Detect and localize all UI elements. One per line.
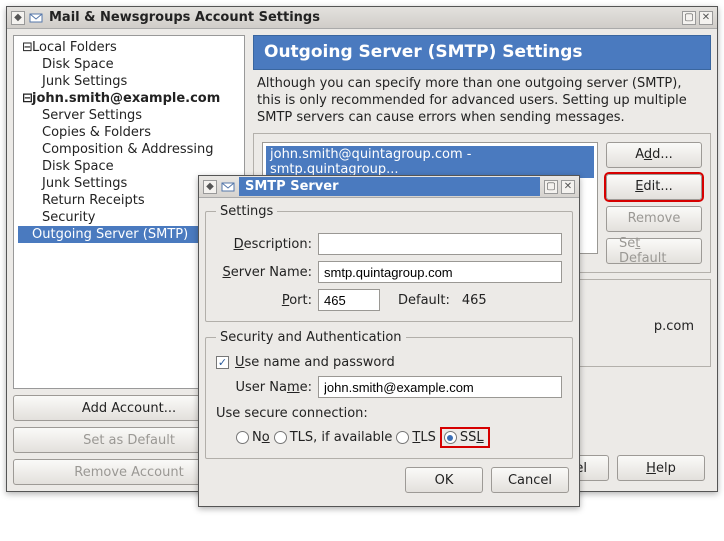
- radio-label: TLS, if available: [290, 430, 393, 445]
- close-icon[interactable]: ✕: [561, 180, 575, 194]
- mail-icon: [29, 11, 43, 25]
- tree-item-local-disk-space[interactable]: Disk Space: [18, 56, 240, 73]
- use-auth-checkbox[interactable]: [216, 356, 229, 369]
- default-port-label: Default:: [398, 293, 450, 308]
- button-label: Cancel: [508, 473, 552, 488]
- mail-icon: [221, 180, 235, 194]
- button-label: Remove: [628, 211, 681, 226]
- tree-label: Local Folders: [32, 40, 117, 55]
- edit-smtp-button[interactable]: Edit...: [606, 174, 702, 200]
- tree-item-disk-space[interactable]: Disk Space: [18, 158, 240, 175]
- titlebar-dialog: ◆ SMTP Server ▢ ✕: [199, 176, 579, 198]
- maximize-icon[interactable]: ▢: [544, 180, 558, 194]
- add-smtp-button[interactable]: Add...: [606, 142, 702, 168]
- page-title: Outgoing Server (SMTP) Settings: [253, 35, 711, 70]
- radio-ssl[interactable]: SSL: [444, 430, 484, 445]
- button-label: OK: [435, 473, 454, 488]
- radio-tls-available[interactable]: TLS, if available: [274, 430, 393, 445]
- use-auth-label: Use name and password: [235, 355, 395, 370]
- remove-smtp-button[interactable]: Remove: [606, 206, 702, 232]
- page-description: Although you can specify more than one o…: [253, 76, 711, 127]
- dialog-cancel-button[interactable]: Cancel: [491, 467, 569, 493]
- maximize-icon[interactable]: ▢: [682, 11, 696, 25]
- default-port-value: 465: [462, 293, 487, 308]
- server-name-label: Server Name:: [216, 265, 312, 280]
- port-input[interactable]: [318, 289, 380, 311]
- smtp-list-item[interactable]: john.smith@quintagroup.com - smtp.quinta…: [266, 146, 594, 178]
- radio-no[interactable]: No: [236, 430, 270, 445]
- button-label: Add Account...: [82, 401, 176, 416]
- tree-item-copies-folders[interactable]: Copies & Folders: [18, 124, 240, 141]
- security-fieldset: Security and Authentication Use name and…: [205, 330, 573, 459]
- username-label: User Name:: [216, 380, 312, 395]
- secure-connection-radios: No TLS, if available TLS SSL: [216, 427, 562, 448]
- ok-button[interactable]: OK: [405, 467, 483, 493]
- titlebar-main: ◆ Mail & Newsgroups Account Settings ▢ ✕: [7, 7, 717, 29]
- button-label: Set as Default: [83, 433, 175, 448]
- port-label: Port:: [216, 293, 312, 308]
- button-label: Remove Account: [74, 465, 183, 480]
- settings-legend: Settings: [216, 204, 277, 219]
- system-menu-icon[interactable]: ◆: [11, 11, 25, 25]
- help-button[interactable]: Help: [617, 455, 705, 481]
- smtp-server-dialog: ◆ SMTP Server ▢ ✕ Settings Description: …: [198, 175, 580, 507]
- server-name-input[interactable]: [318, 261, 562, 283]
- tree-item-server-settings[interactable]: Server Settings: [18, 107, 240, 124]
- description-label: Description:: [216, 237, 312, 252]
- security-legend: Security and Authentication: [216, 330, 406, 345]
- system-menu-icon[interactable]: ◆: [203, 180, 217, 194]
- window-title: Mail & Newsgroups Account Settings: [47, 10, 678, 25]
- settings-fieldset: Settings Description: Server Name: Port:…: [205, 204, 573, 322]
- dialog-title: SMTP Server: [239, 177, 540, 196]
- radio-ssl-highlight: SSL: [440, 427, 490, 448]
- set-default-smtp-button[interactable]: Set Default: [606, 238, 702, 264]
- secure-connection-label: Use secure connection:: [216, 406, 368, 421]
- dialog-body: Settings Description: Server Name: Port:…: [205, 204, 573, 500]
- description-input[interactable]: [318, 233, 562, 255]
- radio-tls[interactable]: TLS: [396, 430, 435, 445]
- tree-label: john.smith@example.com: [32, 91, 220, 106]
- close-icon[interactable]: ✕: [699, 11, 713, 25]
- tree-label: Outgoing Server (SMTP): [32, 227, 188, 242]
- tree-item-account[interactable]: ⊟john.smith@example.com: [18, 90, 240, 107]
- tree-item-local-folders[interactable]: ⊟Local Folders: [18, 39, 240, 56]
- tree-item-composition[interactable]: Composition & Addressing: [18, 141, 240, 158]
- username-input[interactable]: [318, 376, 562, 398]
- tree-item-local-junk[interactable]: Junk Settings: [18, 73, 240, 90]
